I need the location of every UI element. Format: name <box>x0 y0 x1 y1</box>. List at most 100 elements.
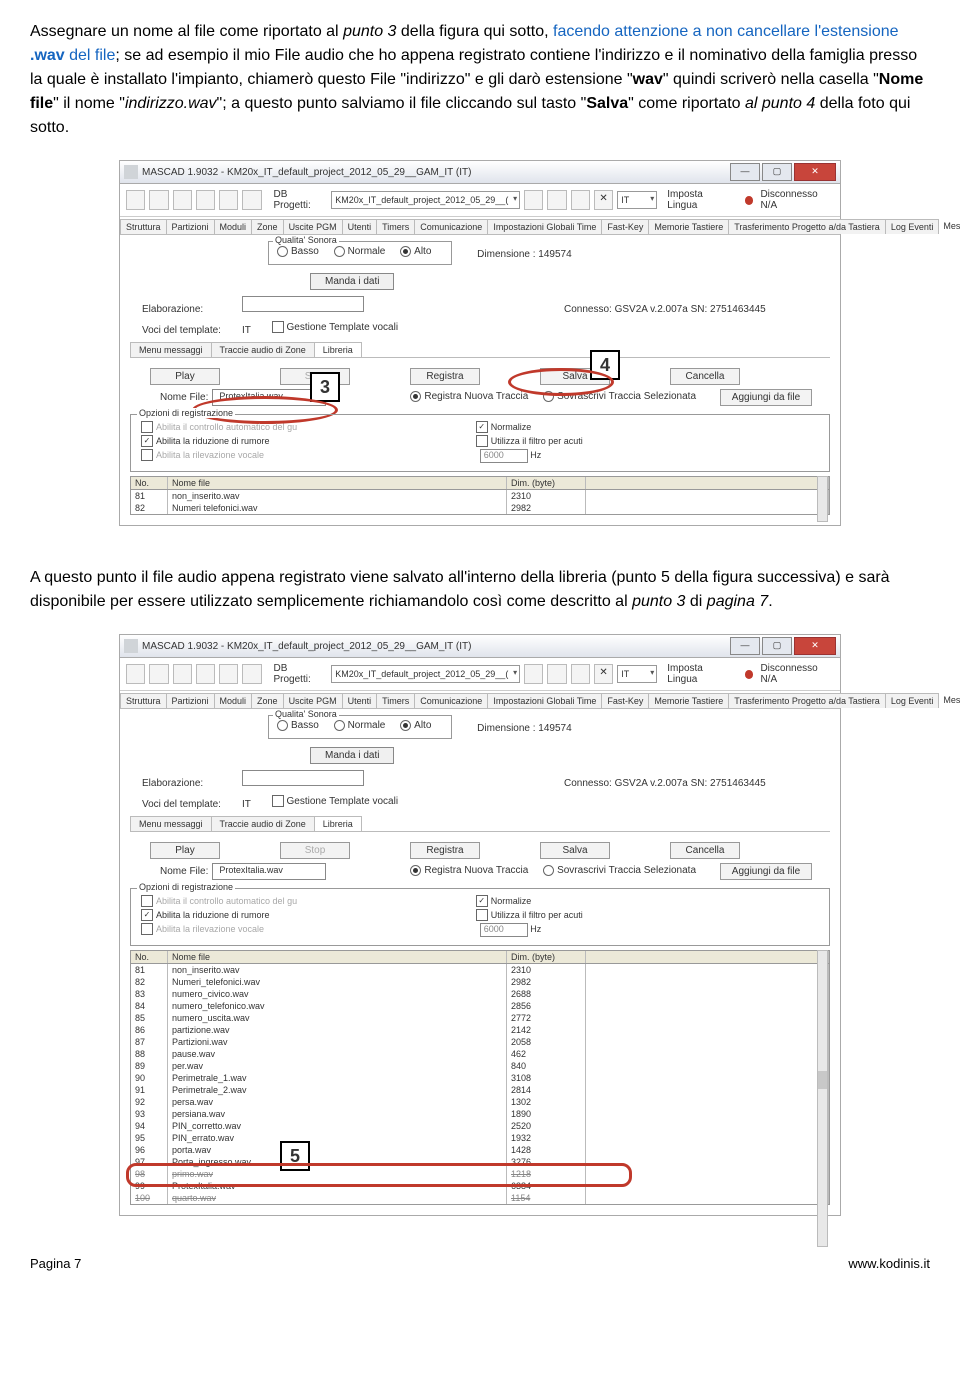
voci-combo[interactable]: IT <box>242 799 251 810</box>
table-row[interactable]: 91Perimetrale_2.wav2814 <box>131 1084 829 1096</box>
table-row[interactable]: 81non_inserito.wav2310 <box>131 490 829 502</box>
table-row[interactable]: 88pause.wav462 <box>131 1048 829 1060</box>
radio-normale[interactable]: Normale <box>334 246 386 257</box>
manda-button[interactable]: Manda i dati <box>310 747 394 764</box>
normalize-check[interactable]: Normalize <box>476 421 808 433</box>
main-tab[interactable]: Comunicazione <box>414 693 488 708</box>
main-tab[interactable]: Struttura <box>120 693 167 708</box>
toolbar-icon[interactable] <box>524 664 543 684</box>
toolbar-icon[interactable] <box>547 190 566 210</box>
main-tab[interactable]: Timers <box>376 219 415 234</box>
main-tab[interactable]: Memorie Tastiere <box>648 219 729 234</box>
voci-combo[interactable]: IT <box>242 325 251 336</box>
table-row[interactable]: 83numero_civico.wav2688 <box>131 988 829 1000</box>
nomefile-input[interactable]: ProtexItalia.wav <box>212 863 326 880</box>
toolbar-icon[interactable] <box>547 664 566 684</box>
play-button[interactable]: Play <box>150 368 220 385</box>
radio-basso[interactable]: Basso <box>277 720 319 731</box>
main-tab[interactable]: Trasferimento Progetto a/da Tastiera <box>728 219 886 234</box>
table-row[interactable]: 93persiana.wav1890 <box>131 1108 829 1120</box>
table-row[interactable]: 94PIN_corretto.wav2520 <box>131 1120 829 1132</box>
main-tab[interactable]: Moduli <box>214 693 253 708</box>
registra-button[interactable]: Registra <box>410 842 480 859</box>
radio-alto[interactable]: Alto <box>400 246 431 257</box>
radio-normale[interactable]: Normale <box>334 720 386 731</box>
main-tab[interactable]: Log Eventi <box>885 693 940 708</box>
main-tab[interactable]: Partizioni <box>166 219 215 234</box>
table-row[interactable]: 82Numeri telefonici.wav2982 <box>131 502 829 514</box>
toolbar-icon[interactable] <box>173 190 192 210</box>
table-row[interactable]: 81non_inserito.wav2310 <box>131 964 829 976</box>
radio-basso[interactable]: Basso <box>277 246 319 257</box>
toolbar-icon[interactable]: ✕ <box>594 190 613 210</box>
toolbar-icon[interactable] <box>219 190 238 210</box>
filtro-check[interactable]: Utilizza il filtro per acuti <box>476 435 808 447</box>
main-tab[interactable]: Struttura <box>120 219 167 234</box>
main-tab[interactable]: Impostazioni Globali Time <box>487 693 602 708</box>
main-tab[interactable]: Utenti <box>342 219 378 234</box>
main-tab[interactable]: Comunicazione <box>414 219 488 234</box>
table-row[interactable]: 85numero_uscita.wav2772 <box>131 1012 829 1024</box>
salva-button[interactable]: Salva <box>540 842 610 859</box>
toolbar-icon[interactable] <box>196 190 215 210</box>
manda-button[interactable]: Manda i dati <box>310 273 394 290</box>
play-button[interactable]: Play <box>150 842 220 859</box>
main-tab[interactable]: Memorie Tastiere <box>648 693 729 708</box>
db-combo[interactable]: KM20x_IT_default_project_2012_05_29__( <box>331 665 520 683</box>
toolbar-icon[interactable] <box>571 190 590 210</box>
cancella-button[interactable]: Cancella <box>670 842 740 859</box>
table-row[interactable]: 87Partizioni.wav2058 <box>131 1036 829 1048</box>
cancella-button[interactable]: Cancella <box>670 368 740 385</box>
radio-registra-nuova[interactable]: Registra Nuova Traccia <box>410 391 528 402</box>
filtro-check[interactable]: Utilizza il filtro per acuti <box>476 909 808 921</box>
stop-button[interactable]: Stop <box>280 842 350 859</box>
main-tab[interactable]: Zone <box>251 693 284 708</box>
radio-sovrascrivi[interactable]: Sovrascrivi Traccia Selezionata <box>543 865 696 876</box>
table-row[interactable]: 82Numeri_telefonici.wav2982 <box>131 976 829 988</box>
toolbar-icon[interactable] <box>149 664 168 684</box>
gestione-check[interactable]: Gestione Template vocali <box>272 795 399 807</box>
main-tab[interactable]: Uscite PGM <box>283 693 343 708</box>
table-row[interactable]: 100quarto.wav1154 <box>131 1192 829 1204</box>
maximize-button[interactable]: ▢ <box>762 637 792 655</box>
main-tab[interactable]: Zone <box>251 219 284 234</box>
minimize-button[interactable]: — <box>730 637 760 655</box>
aggiungi-button[interactable]: Aggiungi da file <box>720 389 812 406</box>
close-button[interactable]: ✕ <box>794 163 836 181</box>
table-row[interactable]: 90Perimetrale_1.wav3108 <box>131 1072 829 1084</box>
table-row[interactable]: 86partizione.wav2142 <box>131 1024 829 1036</box>
imposta-lingua[interactable]: Imposta Lingua <box>667 663 733 685</box>
main-tab[interactable]: Trasferimento Progetto a/da Tastiera <box>728 693 886 708</box>
toolbar-icon[interactable] <box>126 664 145 684</box>
toolbar-icon[interactable] <box>242 190 261 210</box>
toolbar-icon[interactable] <box>524 190 543 210</box>
table-row[interactable]: 96porta.wav1428 <box>131 1144 829 1156</box>
main-tab[interactable]: Uscite PGM <box>283 219 343 234</box>
main-tab[interactable]: Fast-Key <box>601 219 649 234</box>
aggiungi-button[interactable]: Aggiungi da file <box>720 863 812 880</box>
gestione-check[interactable]: Gestione Template vocali <box>272 321 399 333</box>
main-tab[interactable]: Utenti <box>342 693 378 708</box>
table-row[interactable]: 95PIN_errato.wav1932 <box>131 1132 829 1144</box>
registra-button[interactable]: Registra <box>410 368 480 385</box>
toolbar-icon[interactable] <box>219 664 238 684</box>
main-tab[interactable]: Log Eventi <box>885 219 940 234</box>
subtab[interactable]: Traccie audio di Zone <box>211 342 315 357</box>
imposta-lingua[interactable]: Imposta Lingua <box>667 189 733 211</box>
table-row[interactable]: 92persa.wav1302 <box>131 1096 829 1108</box>
main-tab[interactable]: Impostazioni Globali Time <box>487 219 602 234</box>
main-tab[interactable]: Partizioni <box>166 693 215 708</box>
opt2-check[interactable]: Abilita la riduzione di rumore <box>141 909 473 921</box>
toolbar-icon[interactable] <box>571 664 590 684</box>
db-combo[interactable]: KM20x_IT_default_project_2012_05_29__( <box>331 191 520 209</box>
radio-registra-nuova[interactable]: Registra Nuova Traccia <box>410 865 528 876</box>
subtab[interactable]: Menu messaggi <box>130 816 212 831</box>
radio-alto[interactable]: Alto <box>400 720 431 731</box>
opt2-check[interactable]: Abilita la riduzione di rumore <box>141 435 473 447</box>
toolbar-icon[interactable]: ✕ <box>594 664 613 684</box>
main-tab[interactable]: Timers <box>376 693 415 708</box>
toolbar-icon[interactable] <box>196 664 215 684</box>
table-row[interactable]: 84numero_telefonico.wav2856 <box>131 1000 829 1012</box>
toolbar-icon[interactable] <box>242 664 261 684</box>
subtab[interactable]: Libreria <box>314 342 362 357</box>
